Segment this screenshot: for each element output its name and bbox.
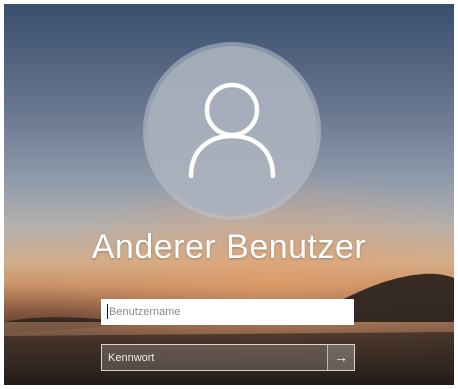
username-input[interactable]	[101, 299, 354, 325]
user-avatar	[147, 46, 317, 216]
text-caret	[107, 304, 108, 319]
password-input[interactable]	[102, 345, 328, 370]
user-icon	[188, 82, 276, 178]
lock-screen: Anderer Benutzer →	[4, 4, 454, 385]
arrow-right-icon: →	[334, 349, 348, 365]
account-name: Anderer Benutzer	[91, 228, 367, 266]
submit-arrow-button[interactable]: →	[327, 345, 354, 370]
password-field-group: →	[101, 344, 355, 371]
